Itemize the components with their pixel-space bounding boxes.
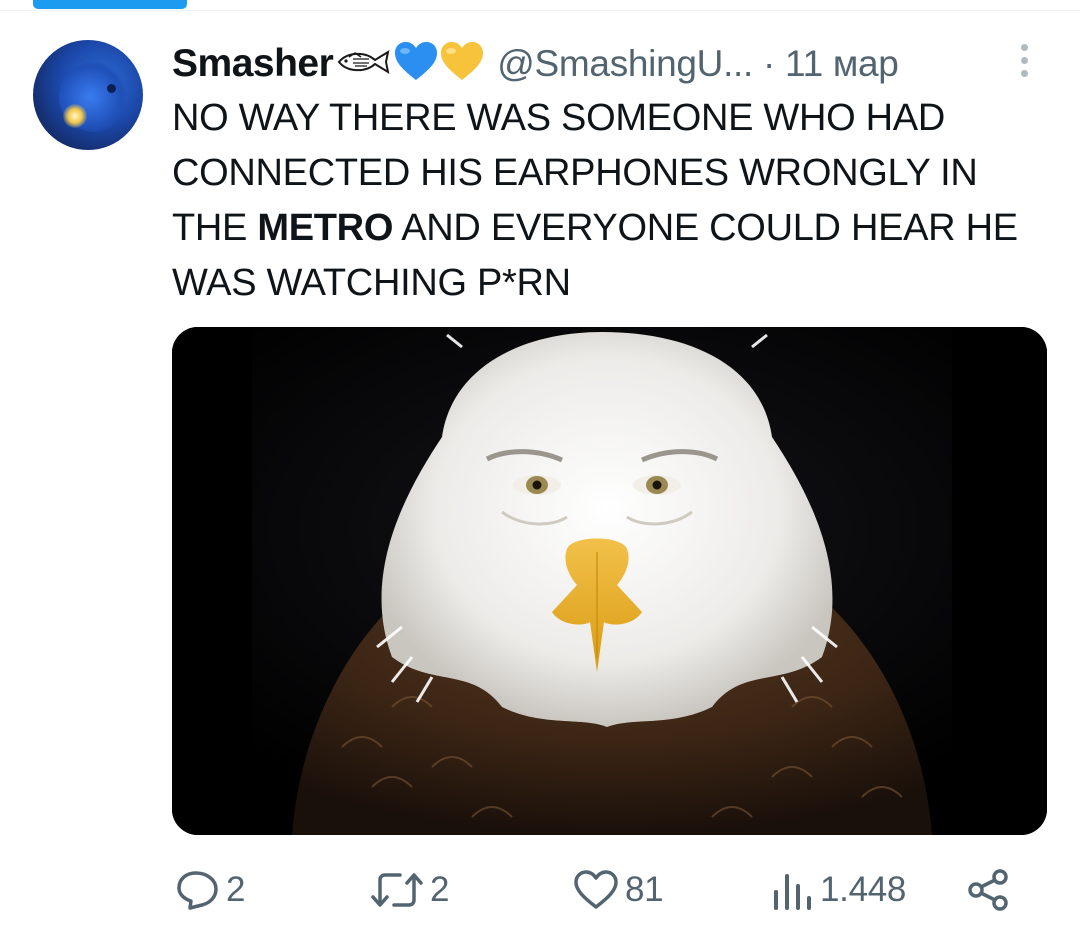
reply-count: 2	[226, 870, 246, 909]
tweet-text-line: NO WAY THERE WAS SOMEONE WHO HAD	[172, 97, 945, 139]
like-count: 81	[625, 870, 664, 909]
tweet-text-line: WAS WATCHING P*RN	[172, 262, 571, 304]
tweet-media-image[interactable]	[172, 327, 1047, 835]
more-dot	[1020, 43, 1028, 51]
more-options-button[interactable]	[1012, 40, 1036, 80]
divider	[0, 10, 1080, 11]
display-name[interactable]: Smasher	[172, 42, 334, 86]
views-button[interactable]: 1.448	[770, 862, 906, 918]
tweet-text-line: CONNECTED HIS EARPHONES WRONGLY IN	[172, 152, 978, 194]
meta-separator: ·	[763, 43, 776, 84]
tweet-meta: @SmashingU... · 11 мар	[497, 43, 899, 85]
tweet-page: Smasher @SmashingU... · 11 мар NO WAY TH…	[0, 0, 1080, 943]
tweet-text-line: AND EVERYONE COULD HEAR HE	[393, 207, 1018, 249]
tweet-text-line: THE	[172, 207, 258, 249]
heart-icon	[573, 870, 619, 910]
more-dot	[1020, 69, 1028, 77]
tweet-actions: 2 2 81 1.448	[0, 862, 1080, 918]
avatar-light	[63, 104, 87, 128]
tweet-text: NO WAY THERE WAS SOMEONE WHO HAD CONNECT…	[172, 91, 1062, 311]
tweet-header: Smasher @SmashingU... · 11 мар	[172, 40, 899, 88]
avatar-eye	[107, 84, 116, 93]
more-dot	[1020, 56, 1028, 64]
share-icon	[966, 868, 1010, 912]
eagle-image	[172, 327, 1047, 835]
handle[interactable]: @SmashingU...	[497, 43, 753, 84]
tweet-text-bold: METRO	[257, 207, 394, 249]
avatar[interactable]	[33, 40, 143, 150]
name-emoji-group	[335, 41, 485, 88]
tab-indicator	[33, 0, 187, 9]
reply-icon	[176, 870, 220, 910]
share-button[interactable]	[966, 862, 1010, 918]
retweet-count: 2	[430, 870, 450, 909]
yellow-heart-emoji	[439, 41, 485, 88]
fish-emoji	[335, 47, 393, 82]
reply-button[interactable]: 2	[176, 862, 245, 918]
views-icon	[770, 870, 814, 910]
tweet-date[interactable]: 11 мар	[785, 43, 899, 84]
retweet-icon	[370, 870, 424, 910]
like-button[interactable]: 81	[573, 862, 664, 918]
views-count: 1.448	[820, 870, 907, 909]
retweet-button[interactable]: 2	[370, 862, 449, 918]
blue-heart-emoji	[393, 41, 439, 88]
